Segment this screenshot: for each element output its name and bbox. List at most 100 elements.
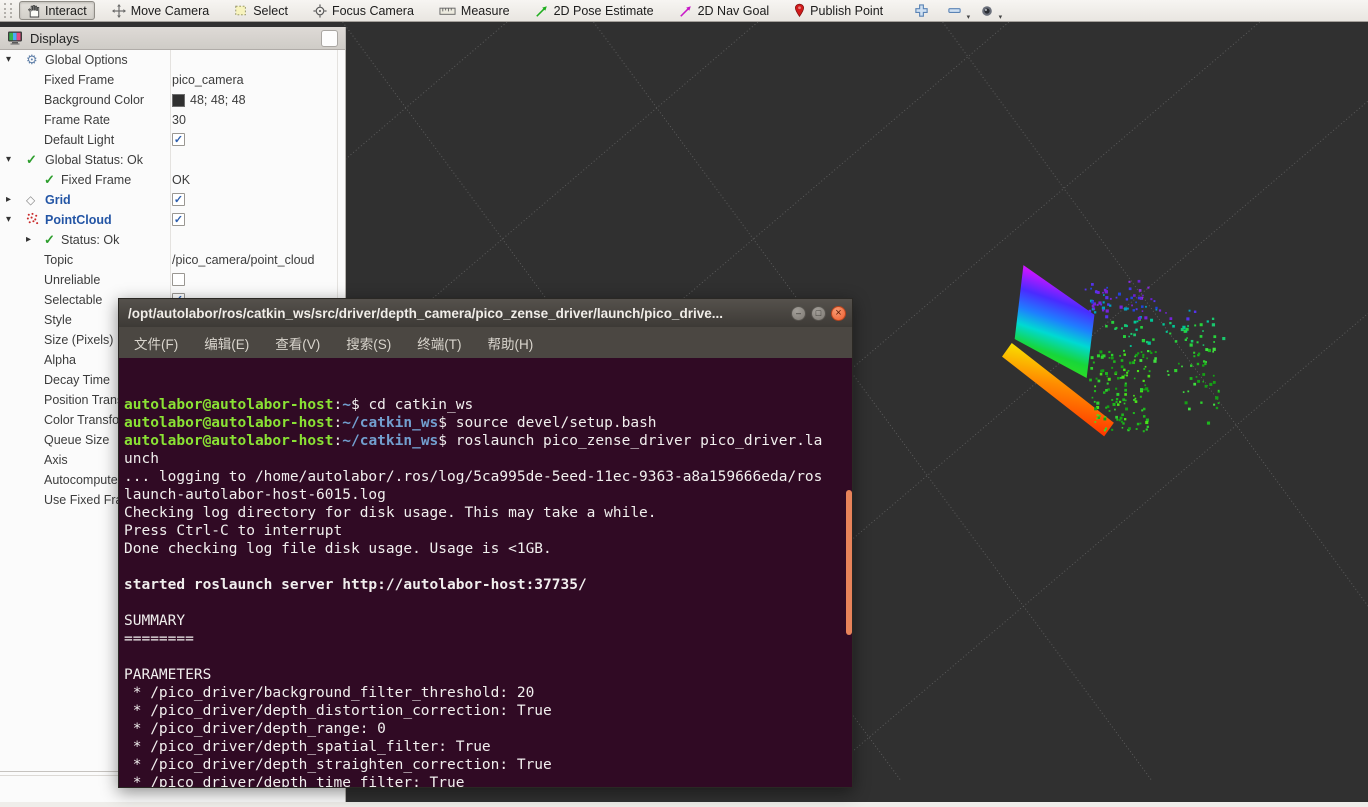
- dropdown-arrow-icon[interactable]: ▾: [967, 13, 971, 21]
- pose-arrow-icon: [535, 4, 549, 18]
- close-button[interactable]: ×: [831, 306, 846, 321]
- checkbox[interactable]: [172, 273, 185, 286]
- menu-item-h[interactable]: 帮助(H): [488, 333, 534, 353]
- menu-item-t[interactable]: 终端(T): [417, 333, 461, 353]
- terminal-line: * /pico_driver/background_filter_thresho…: [124, 684, 852, 702]
- tool-select[interactable]: Select: [226, 1, 296, 20]
- terminal-line: * /pico_driver/depth_distortion_correcti…: [124, 702, 852, 720]
- property-value-unreliable[interactable]: [172, 273, 185, 286]
- property-row-global-options[interactable]: ▾⚙Global Options: [0, 50, 345, 70]
- terminal-scrollbar[interactable]: [846, 490, 852, 635]
- color-swatch[interactable]: [172, 94, 185, 107]
- property-row-default-light[interactable]: Default Light✓: [0, 130, 345, 150]
- tool-focus-camera[interactable]: Focus Camera: [305, 1, 422, 20]
- property-label: Decay Time: [44, 373, 110, 387]
- terminal-line: launch-autolabor-host-6015.log: [124, 486, 852, 504]
- terminal-line: [124, 594, 852, 612]
- tool-interact[interactable]: Interact: [19, 1, 95, 20]
- property-label: Topic: [44, 253, 73, 267]
- value-text: OK: [172, 173, 190, 187]
- terminal-line: * /pico_driver/depth_spatial_filter: Tru…: [124, 738, 852, 756]
- property-row-topic[interactable]: Topic/pico_camera/point_cloud: [0, 250, 345, 270]
- property-label: Status: Ok: [61, 233, 119, 247]
- property-row-grid[interactable]: ▸ ◇ Grid ✓: [0, 190, 345, 210]
- minus-icon: [947, 3, 962, 18]
- plus-icon: [914, 3, 929, 18]
- zoom-out-button[interactable]: ▾: [947, 3, 962, 18]
- property-value-fixed-frame[interactable]: OK: [172, 173, 190, 187]
- tool-label: Publish Point: [810, 4, 883, 18]
- terminal-line: SUMMARY: [124, 612, 852, 630]
- terminal-line: * /pico_driver/depth_straighten_correcti…: [124, 756, 852, 774]
- checkbox[interactable]: ✓: [172, 193, 185, 206]
- value-text: pico_camera: [172, 73, 244, 87]
- menu-item-s[interactable]: 搜索(S): [346, 333, 391, 353]
- tool-publish-point[interactable]: Publish Point: [786, 1, 891, 20]
- move-icon: [112, 4, 126, 18]
- grid-icon: ◇: [26, 192, 35, 208]
- terminal-line: * /pico_driver/depth_range: 0: [124, 720, 852, 738]
- terminal-line: ========: [124, 630, 852, 648]
- checkbox[interactable]: ✓: [172, 133, 185, 146]
- value-text: 30: [172, 113, 186, 127]
- chevron-down-icon[interactable]: ▾: [6, 53, 11, 67]
- menu-item-e[interactable]: 编辑(E): [204, 333, 249, 353]
- chevron-right-icon[interactable]: ▸: [26, 233, 31, 247]
- terminal-line: unch: [124, 450, 852, 468]
- terminal-line: [124, 648, 852, 666]
- property-row-global-status-ok[interactable]: ▾✓Global Status: Ok: [0, 150, 345, 170]
- views-button[interactable]: ▾: [980, 4, 994, 18]
- property-label: Alpha: [44, 353, 76, 367]
- tool-2d-nav-goal[interactable]: 2D Nav Goal: [671, 1, 778, 20]
- toolbar-drag-handle[interactable]: [4, 3, 12, 18]
- chevron-down-icon[interactable]: ▾: [6, 153, 11, 167]
- terminal-line: autolabor@autolabor-host:~$ cd catkin_ws: [124, 396, 852, 414]
- gear-icon: ⚙: [26, 52, 38, 68]
- property-label: Selectable: [44, 293, 102, 307]
- tool-label: Move Camera: [131, 4, 210, 18]
- property-value-fixed-frame[interactable]: pico_camera: [172, 73, 244, 87]
- tool-measure[interactable]: Measure: [431, 1, 518, 20]
- float-panel-button[interactable]: [321, 30, 338, 47]
- pin-icon: [794, 3, 805, 18]
- property-row-frame-rate[interactable]: Frame Rate30: [0, 110, 345, 130]
- chevron-right-icon[interactable]: ▸: [6, 193, 11, 207]
- menu-item-f[interactable]: 文件(F): [134, 333, 178, 353]
- terminal-line: [124, 558, 852, 576]
- property-label: Grid: [45, 193, 71, 207]
- terminal-line: * /pico_driver/depth_time_filter: True: [124, 774, 852, 788]
- value-text: 48; 48; 48: [190, 93, 246, 107]
- terminal-menubar: 文件(F) 编辑(E) 查看(V) 搜索(S) 终端(T) 帮助(H): [118, 327, 853, 358]
- property-row-unreliable[interactable]: Unreliable: [0, 270, 345, 290]
- property-value-default-light[interactable]: ✓: [172, 133, 185, 146]
- terminal-output[interactable]: autolabor@autolabor-host:~$ cd catkin_ws…: [118, 358, 853, 788]
- tool-move-camera[interactable]: Move Camera: [104, 1, 218, 20]
- property-label: PointCloud: [45, 213, 112, 227]
- property-value-background-color[interactable]: 48; 48; 48: [172, 93, 246, 107]
- property-value-pointcloud[interactable]: ✓: [172, 213, 185, 226]
- checkbox[interactable]: ✓: [172, 213, 185, 226]
- property-row-fixed-frame[interactable]: ✓Fixed FrameOK: [0, 170, 345, 190]
- property-row-pointcloud[interactable]: ▾ PointCloud ✓: [0, 210, 345, 230]
- property-value-grid[interactable]: ✓: [172, 193, 185, 206]
- check-icon: ✓: [44, 232, 55, 248]
- menu-item-v[interactable]: 查看(V): [275, 333, 320, 353]
- toolbar: Interact Move Camera Select Focus Camera Mea…: [0, 0, 1368, 22]
- terminal-line: started roslaunch server http://autolabo…: [124, 576, 852, 594]
- pointcloud-icon: [26, 212, 39, 225]
- zoom-in-button[interactable]: [914, 3, 929, 18]
- chevron-down-icon[interactable]: ▾: [6, 213, 11, 227]
- property-value-topic[interactable]: /pico_camera/point_cloud: [172, 253, 314, 267]
- maximize-button[interactable]: □: [811, 306, 826, 321]
- tool-2d-pose-estimate[interactable]: 2D Pose Estimate: [527, 1, 662, 20]
- camera-eye-icon: [980, 4, 994, 18]
- tool-label: 2D Nav Goal: [698, 4, 770, 18]
- property-row-status-ok[interactable]: ▸ ✓ Status: Ok: [0, 230, 345, 250]
- property-row-background-color[interactable]: Background Color48; 48; 48: [0, 90, 345, 110]
- terminal-titlebar[interactable]: /opt/autolabor/ros/catkin_ws/src/driver/…: [118, 298, 853, 327]
- dropdown-arrow-icon[interactable]: ▾: [999, 13, 1003, 21]
- minimize-button[interactable]: –: [791, 306, 806, 321]
- property-row-fixed-frame[interactable]: Fixed Framepico_camera: [0, 70, 345, 90]
- terminal-line: autolabor@autolabor-host:~/catkin_ws$ ro…: [124, 432, 852, 450]
- property-value-frame-rate[interactable]: 30: [172, 113, 186, 127]
